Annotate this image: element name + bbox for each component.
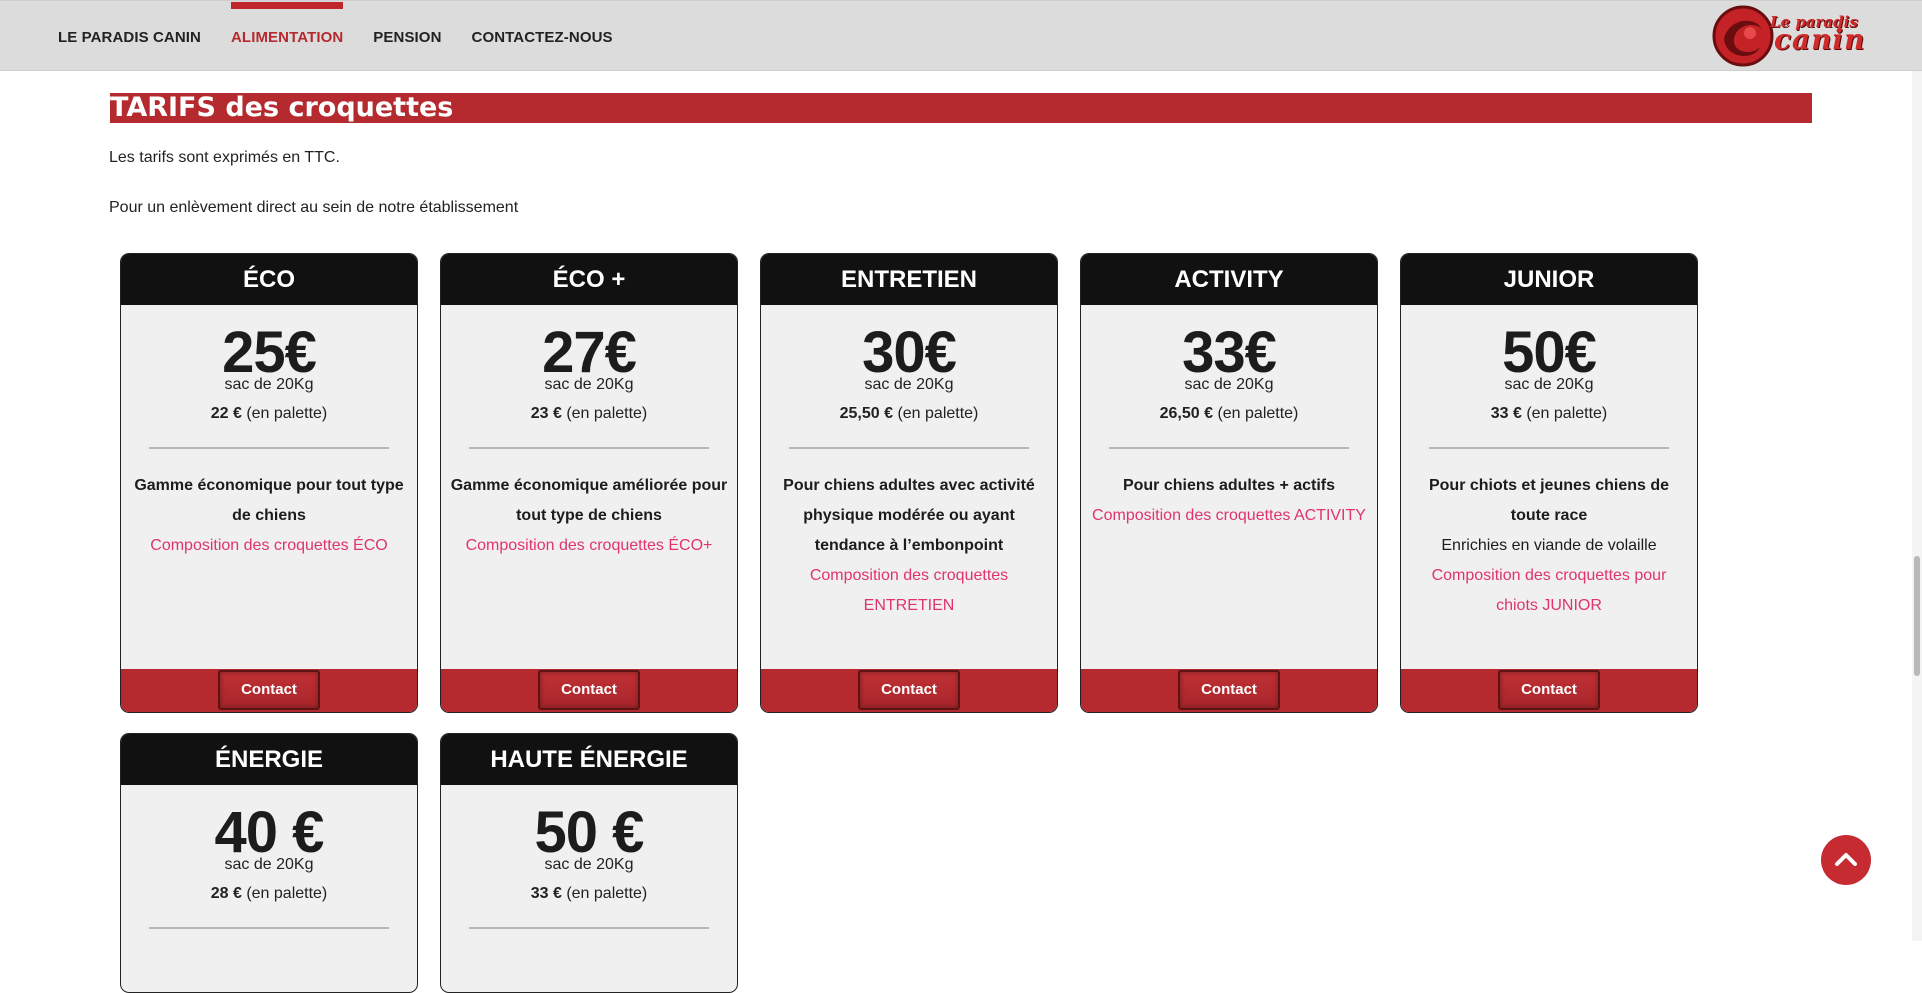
card-footer: Contact: [1081, 669, 1377, 712]
card-price: 25€: [222, 320, 317, 385]
composition-link[interactable]: Composition des croquettes ÉCO: [121, 531, 417, 561]
palette-price-value: 25,50 €: [839, 405, 893, 422]
card-price: 27€: [542, 320, 637, 385]
palette-suffix: (en palette): [561, 885, 648, 902]
card-title: ENTRETIEN: [761, 254, 1057, 305]
card-price: 33€: [1182, 320, 1277, 385]
chevron-up-icon: [1835, 853, 1857, 866]
card-title: JUNIOR: [1401, 254, 1697, 305]
pricing-card-eco: ÉCO 25€ sac de 20Kg 22 € (en palette) Ga…: [120, 253, 418, 713]
palette-price-value: 33 €: [530, 885, 562, 902]
card-price: 50 €: [534, 800, 645, 865]
pricing-card-haute-energie: HAUTE ÉNERGIE 50 € sac de 20Kg 33 € (en …: [440, 733, 738, 993]
card-footer: Contact: [761, 669, 1057, 712]
card-unit: sac de 20Kg: [224, 376, 314, 393]
nav-item-le-paradis-canin[interactable]: LE PARADIS CANIN: [58, 1, 201, 72]
palette-suffix: (en palette): [241, 405, 328, 422]
card-title: HAUTE ÉNERGIE: [441, 734, 737, 785]
pricing-card-eco-plus: ÉCO + 27€ sac de 20Kg 23 € (en palette) …: [440, 253, 738, 713]
palette-price-value: 28 €: [210, 885, 242, 902]
pricing-card-energie: ÉNERGIE 40 € sac de 20Kg 28 € (en palett…: [120, 733, 418, 993]
composition-link[interactable]: Composition des croquettes ÉCO+: [441, 531, 737, 561]
palette-suffix: (en palette): [561, 405, 648, 422]
site-logo[interactable]: Le paradis canin: [1710, 3, 1865, 69]
card-divider: [469, 927, 709, 929]
card-title: ÉCO +: [441, 254, 737, 305]
composition-link[interactable]: Composition des croquettes ENTRETIEN: [761, 561, 1057, 621]
composition-link[interactable]: Composition des croquettes ACTIVITY: [1081, 501, 1377, 531]
palette-price-value: 22 €: [210, 405, 242, 422]
card-title: ACTIVITY: [1081, 254, 1377, 305]
pricing-card-entretien: ENTRETIEN 30€ sac de 20Kg 25,50 € (en pa…: [760, 253, 1058, 713]
card-divider: [469, 447, 709, 449]
card-description: Gamme économique améliorée pour tout typ…: [450, 477, 728, 524]
card-divider: [149, 447, 389, 449]
card-palette-price: 33 € (en palette): [1401, 405, 1697, 423]
pricing-card-activity: ACTIVITY 33€ sac de 20Kg 26,50 € (en pal…: [1080, 253, 1378, 713]
card-divider: [1429, 447, 1669, 449]
palette-price-value: 33 €: [1490, 405, 1522, 422]
nav-item-alimentation[interactable]: ALIMENTATION: [231, 1, 344, 72]
card-description: Pour chiots et jeunes chiens de toute ra…: [1428, 477, 1670, 524]
card-unit: sac de 20Kg: [1504, 376, 1594, 393]
main-nav: LE PARADIS CANIN ALIMENTATION PENSION CO…: [58, 1, 643, 72]
palette-suffix: (en palette): [1213, 405, 1299, 422]
card-price: 40 €: [214, 800, 325, 865]
palette-suffix: (en palette): [893, 405, 979, 422]
card-description: Pour chiens adultes + actifs: [1122, 477, 1336, 494]
logo-line2: canin: [1774, 23, 1866, 56]
card-subtitle: Enrichies en viande de volaille: [1441, 537, 1657, 554]
card-divider: [1109, 447, 1349, 449]
palette-suffix: (en palette): [241, 885, 328, 902]
scroll-to-top-button[interactable]: [1821, 835, 1871, 885]
card-divider: [149, 927, 389, 929]
card-palette-price: 25,50 € (en palette): [761, 405, 1057, 423]
contact-button[interactable]: Contact: [1178, 670, 1280, 710]
card-description: Pour chiens adultes avec activité physiq…: [783, 477, 1035, 554]
card-title: ÉCO: [121, 254, 417, 305]
card-unit: sac de 20Kg: [1184, 376, 1274, 393]
top-navbar: LE PARADIS CANIN ALIMENTATION PENSION CO…: [0, 0, 1922, 71]
page-scrollbar[interactable]: [1912, 71, 1922, 941]
card-description: Gamme économique pour tout type de chien…: [134, 477, 404, 524]
contact-button[interactable]: Contact: [218, 670, 320, 710]
composition-link[interactable]: Composition des croquettes pour chiots J…: [1401, 561, 1697, 621]
palette-price-value: 23 €: [530, 405, 562, 422]
card-footer: Contact: [121, 669, 417, 712]
palette-suffix: (en palette): [1521, 405, 1608, 422]
logo-text: Le paradis canin: [1770, 13, 1866, 56]
card-footer: Contact: [1401, 669, 1697, 712]
card-palette-price: 33 € (en palette): [441, 885, 737, 903]
nav-item-contactez-nous[interactable]: CONTACTEZ-NOUS: [472, 1, 613, 72]
intro-tax-note: Les tarifs sont exprimés en TTC.: [109, 149, 340, 166]
contact-button[interactable]: Contact: [1498, 670, 1600, 710]
contact-button[interactable]: Contact: [538, 670, 640, 710]
card-palette-price: 26,50 € (en palette): [1081, 405, 1377, 423]
card-unit: sac de 20Kg: [864, 376, 954, 393]
card-palette-price: 23 € (en palette): [441, 405, 737, 423]
scrollbar-thumb[interactable]: [1914, 556, 1920, 676]
card-unit: sac de 20Kg: [544, 856, 634, 873]
section-title: TARIFS des croquettes: [110, 93, 1812, 123]
card-unit: sac de 20Kg: [544, 376, 634, 393]
palette-price-value: 26,50 €: [1159, 405, 1213, 422]
nav-item-pension[interactable]: PENSION: [373, 1, 441, 72]
card-price: 30€: [862, 320, 957, 385]
card-price: 50€: [1502, 320, 1597, 385]
card-footer: Contact: [441, 669, 737, 712]
card-divider: [789, 447, 1029, 449]
intro-pickup-note: Pour un enlèvement direct au sein de not…: [109, 199, 519, 216]
card-palette-price: 22 € (en palette): [121, 405, 417, 423]
card-unit: sac de 20Kg: [224, 856, 314, 873]
pricing-card-junior: JUNIOR 50€ sac de 20Kg 33 € (en palette)…: [1400, 253, 1698, 713]
card-title: ÉNERGIE: [121, 734, 417, 785]
contact-button[interactable]: Contact: [858, 670, 960, 710]
card-palette-price: 28 € (en palette): [121, 885, 417, 903]
